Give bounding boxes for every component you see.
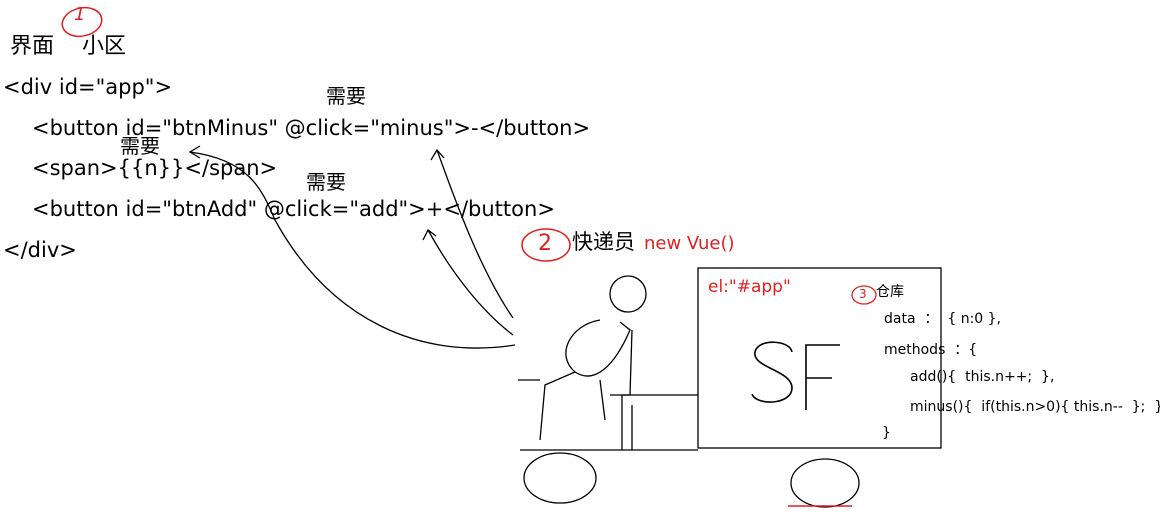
methods-close-line: } bbox=[882, 425, 891, 441]
need-label-span: 需要 bbox=[120, 134, 160, 158]
courier-body bbox=[565, 319, 631, 377]
truck-wheel-front bbox=[523, 452, 597, 504]
code-button-minus: <button id="btnMinus" @click="minus">-</… bbox=[32, 116, 591, 140]
arrow-to-span bbox=[189, 151, 516, 349]
data-line: data ： { n:0 }, bbox=[884, 311, 1001, 327]
arrow-to-add bbox=[427, 229, 514, 336]
courier-label: 快递员 bbox=[572, 230, 635, 254]
truck-cab bbox=[520, 394, 698, 451]
warehouse-label: 仓库 bbox=[876, 284, 904, 300]
minus-method-line: minus(){ if(this.n>0){ this.n-- }; } bbox=[910, 399, 1160, 415]
add-method-line: add(){ this.n++; }, bbox=[910, 369, 1055, 385]
need-label-add: 需要 bbox=[306, 170, 346, 194]
sketch-layer bbox=[61, 6, 942, 508]
courier-head bbox=[609, 275, 647, 313]
community-label: 小区 bbox=[82, 34, 127, 59]
need-label-minus: 需要 bbox=[326, 84, 366, 108]
methods-line: methods ：{ bbox=[884, 342, 978, 358]
el-app-label: el:"#app" bbox=[708, 277, 791, 297]
code-div-close: </div> bbox=[3, 238, 77, 262]
circle-3-label: 3 bbox=[859, 287, 867, 301]
code-span: <span>{{n}}</span> bbox=[32, 156, 278, 180]
new-vue-label: new Vue() bbox=[644, 233, 735, 254]
truck-wheel-rear bbox=[790, 458, 860, 508]
code-button-add: <button id="btnAdd" @click="add">+</butt… bbox=[32, 197, 555, 221]
sf-logo bbox=[751, 341, 840, 410]
interface-label: 界面 bbox=[10, 34, 55, 59]
circle-2-label: 2 bbox=[538, 231, 552, 256]
code-div-open: <div id="app"> bbox=[3, 75, 173, 99]
circle-1-label: 1 bbox=[74, 4, 86, 25]
arrow-to-minus bbox=[436, 149, 514, 319]
